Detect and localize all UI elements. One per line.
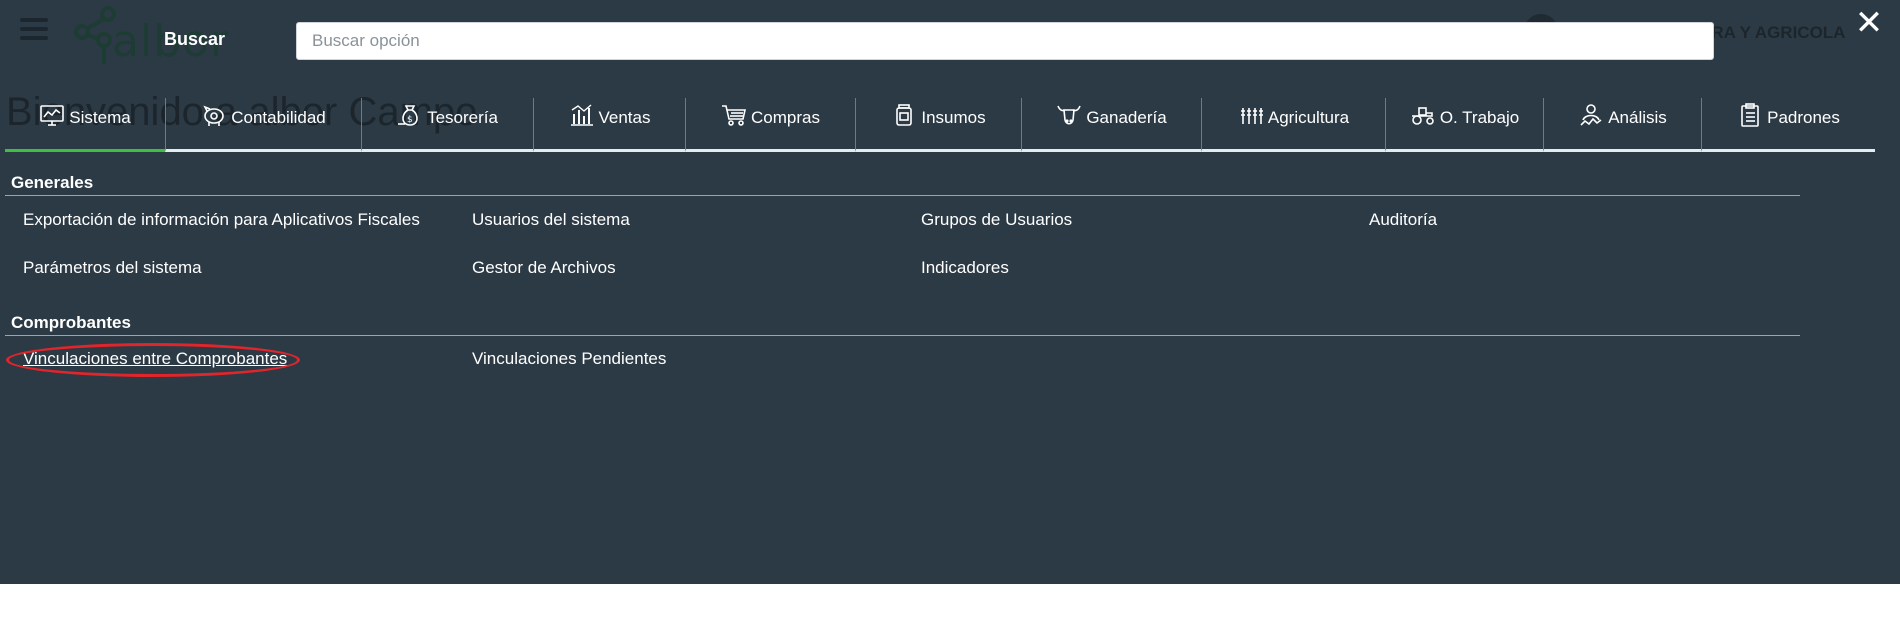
tab-padrones[interactable]: Padrones — [1701, 98, 1875, 152]
section-title-generales: Generales — [11, 173, 94, 192]
tab-ventas[interactable]: Ventas — [533, 98, 685, 152]
menu-item-vinculaciones-pendientes[interactable]: Vinculaciones Pendientes — [472, 349, 666, 369]
tab-contabilidad[interactable]: Contabilidad — [165, 98, 361, 152]
menu-overlay: albor Bienvenido a albor Campo ERA Y AGR… — [0, 0, 1900, 584]
menu-item-indicadores[interactable]: Indicadores — [921, 258, 1009, 278]
bar-chart-icon — [570, 104, 593, 126]
section-divider — [5, 335, 1800, 336]
shopping-cart-icon — [722, 105, 747, 126]
menu-item-gestor-de-archivos[interactable]: Gestor de Archivos — [472, 258, 616, 278]
tab-label: Agricultura — [1267, 108, 1350, 127]
tab-sistema[interactable]: Sistema — [5, 98, 165, 152]
tab-insumos[interactable]: Insumos — [855, 98, 1021, 152]
menu-item-parametros-del-sistema[interactable]: Parámetros del sistema — [23, 258, 202, 278]
piggy-bank-icon — [203, 105, 225, 126]
tab-ganaderia[interactable]: Ganadería — [1021, 98, 1201, 152]
tab-o-trabajo[interactable]: O. Trabajo — [1385, 98, 1543, 152]
section-title-comprobantes: Comprobantes — [11, 313, 131, 332]
company-name: ERA Y AGRICOLA — [1700, 23, 1846, 42]
tab-label: Padrones — [1767, 108, 1840, 127]
menu-item-grupos-de-usuarios[interactable]: Grupos de Usuarios — [921, 210, 1072, 230]
hamburger-icon — [20, 18, 48, 42]
money-bag-icon: $ — [398, 105, 418, 126]
tab-label: Ganadería — [1086, 108, 1167, 127]
tab-agricultura[interactable]: Agricultura — [1201, 98, 1385, 152]
tab-label: Contabilidad — [231, 108, 326, 127]
jar-icon — [896, 104, 913, 126]
cow-head-icon — [1057, 105, 1082, 125]
svg-text:$: $ — [407, 115, 413, 125]
menu-item-auditoria[interactable]: Auditoría — [1369, 210, 1437, 230]
tab-label: Tesorería — [427, 108, 498, 127]
clipboard-icon — [1741, 103, 1759, 127]
tab-label: Insumos — [921, 108, 986, 127]
tab-analisis[interactable]: Análisis — [1543, 98, 1701, 152]
tab-label: Análisis — [1608, 108, 1667, 127]
search-input[interactable] — [296, 22, 1714, 60]
tab-label: Compras — [751, 108, 820, 127]
search-label: Buscar — [164, 29, 226, 49]
module-tabs: Sistema Contabilidad $ Tesorería Ventas … — [5, 98, 1875, 152]
menu-item-exportacion-aplicativos-fiscales[interactable]: Exportación de información para Aplicati… — [23, 210, 420, 230]
crops-icon — [1240, 108, 1263, 124]
tab-label: Sistema — [69, 108, 131, 127]
monitor-chart-icon — [40, 105, 65, 126]
highlight-annotation — [6, 343, 300, 377]
tractor-icon — [1411, 107, 1434, 125]
section-divider — [5, 195, 1800, 196]
tab-label: O. Trabajo — [1439, 108, 1520, 127]
close-icon[interactable]: ✕ — [1852, 4, 1886, 42]
tab-label: Ventas — [598, 108, 651, 127]
menu-item-usuarios-del-sistema[interactable]: Usuarios del sistema — [472, 210, 630, 230]
tab-tesoreria[interactable]: $ Tesorería — [361, 98, 533, 152]
analyst-icon — [1580, 104, 1602, 126]
tab-compras[interactable]: Compras — [685, 98, 855, 152]
